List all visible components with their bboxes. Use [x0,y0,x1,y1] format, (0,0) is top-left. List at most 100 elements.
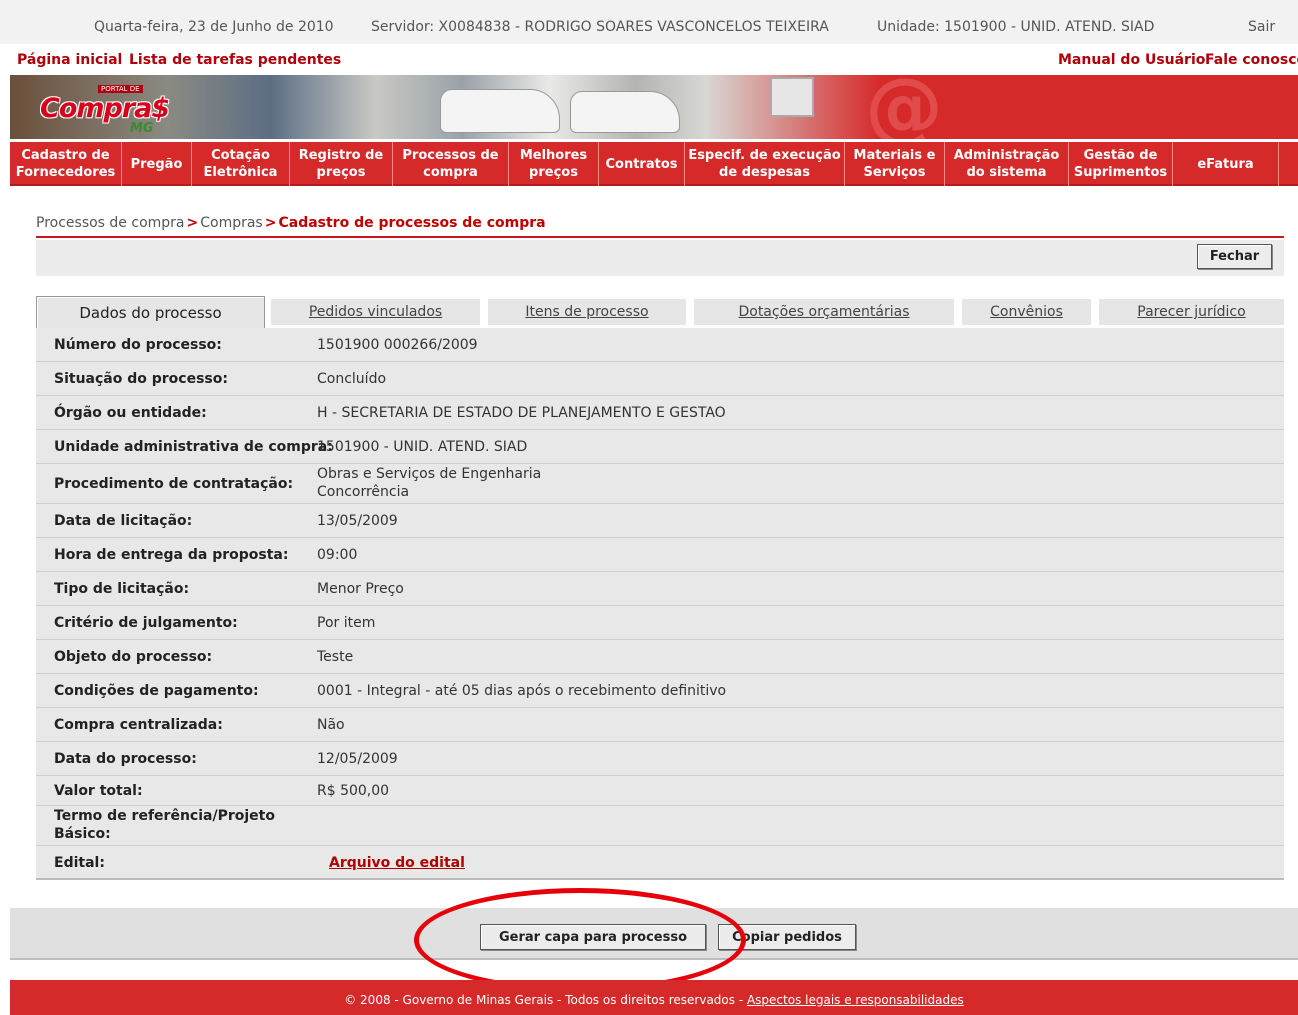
police-car-image [440,89,560,133]
header-banner: @ PORTAL DE Compra$ MG [10,75,1298,139]
quick-links-bar: Página inicial Lista de tarefas pendente… [0,47,1298,73]
computer-monitor-image [770,77,814,117]
field-label: Tipo de licitação: [54,581,190,597]
menu-item-gestao-suprimentos[interactable]: Gestão de Suprimentos [1069,142,1173,186]
contact-link[interactable]: Fale conosco [1205,52,1298,68]
tab-convenios[interactable]: Convênios [962,299,1091,325]
menu-item-label: Especif. de execução de despesas [688,148,841,180]
field-value: Não [317,717,345,733]
field-label: Procedimento de contratação: [54,476,294,492]
field-row: Objeto do processo: Teste [36,640,1284,674]
field-value-line2: Concorrência [317,484,410,500]
menu-item-contratos[interactable]: Contratos [599,142,685,186]
field-row: Compra centralizada: Não [36,708,1284,742]
footer-copyright: © 2008 - Governo de Minas Gerais - Todos… [344,993,747,1007]
field-value: Teste [317,649,354,665]
at-sign-icon: @ [865,75,943,139]
field-value: 1501900 000266/2009 [317,337,478,353]
field-value: 0001 - Integral - até 05 dias após o rec… [317,683,727,699]
menu-item-label: Melhores preços [519,148,588,180]
logo-state: MG [130,121,154,136]
field-row: Situação do processo: Concluído [36,362,1284,396]
pending-tasks-link[interactable]: Lista de tarefas pendentes [129,52,341,68]
menu-item-label: Processos de compra [402,148,499,180]
field-label: Situação do processo: [54,371,228,387]
field-value: 1501900 - UNID. ATEND. SIAD [317,439,528,455]
menu-item-label: Administração do sistema [953,148,1060,180]
breadcrumb-compras[interactable]: Compras [200,215,263,231]
tab-itens-processo[interactable]: Itens de processo [488,299,686,325]
field-label: Critério de julgamento: [54,615,238,631]
menu-item-especif-execucao[interactable]: Especif. de execução de despesas [685,142,845,186]
menu-item-label: Materiais e Serviços [853,148,936,180]
field-label: Hora de entrega da proposta: [54,547,289,563]
field-row: Hora de entrega da proposta: 09:00 [36,538,1284,572]
field-label: Data do processo: [54,751,197,767]
portal-compras-logo[interactable]: PORTAL DE Compra$ MG [20,83,180,139]
home-link[interactable]: Página inicial [17,52,122,68]
field-row: Tipo de licitação: Menor Preço [36,572,1284,606]
highlight-annotation-circle [414,888,746,992]
menu-item-processos-compra[interactable]: Processos de compra [393,142,509,186]
menu-item-label: Cadastro de Fornecedores [15,148,116,180]
field-row: Número do processo: 1501900 000266/2009 [36,328,1284,362]
field-row: Condições de pagamento: 0001 - Integral … [36,674,1284,708]
logout-link[interactable]: Sair [1248,19,1275,35]
field-value: H - SECRETARIA DE ESTADO DE PLANEJAMENTO… [317,405,726,421]
field-row: Órgão ou entidade: H - SECRETARIA DE EST… [36,396,1284,430]
menu-item-materiais-servicos[interactable]: Materiais e Serviços [845,142,945,186]
unit-info: Unidade: 1501900 - UNID. ATEND. SIAD [877,19,1155,35]
field-label: Número do processo: [54,337,222,353]
legal-aspects-link[interactable]: Aspectos legais e responsabilidades [747,993,964,1007]
field-label: Termo de referência/Projeto [54,808,275,824]
field-value: Por item [317,615,376,631]
user-manual-link[interactable]: Manual do Usuário [1058,52,1205,68]
menu-item-pregao[interactable]: Pregão [122,142,192,186]
server-user: Servidor: X0084838 - RODRIGO SOARES VASC… [371,19,829,35]
menu-item-label: Registro de preços [298,148,384,180]
tab-dotacoes-orcamentarias[interactable]: Dotações orçamentárias [694,299,954,325]
title-divider [36,236,1284,238]
action-bar: Fechar [36,240,1284,276]
field-value: Concluído [317,371,387,387]
breadcrumb-current: Cadastro de processos de compra [278,215,546,231]
field-row: Data do processo: 12/05/2009 [36,742,1284,776]
process-data-form: Número do processo: 1501900 000266/2009 … [36,328,1284,880]
menu-item-registro-precos[interactable]: Registro de preços [290,142,393,186]
tab-pedidos-vinculados[interactable]: Pedidos vinculados [271,299,480,325]
field-row: Termo de referência/Projeto Básico: [36,806,1284,846]
breadcrumb-separator: > [186,215,199,231]
field-value: Arquivo do edital [329,854,465,873]
footer: © 2008 - Governo de Minas Gerais - Todos… [10,980,1298,1015]
logo-word: Compra$ [40,93,170,124]
current-date: Quarta-feira, 23 de Junho de 2010 [94,19,334,35]
field-label: Objeto do processo: [54,649,213,665]
field-value: 09:00 [317,547,358,563]
field-row: Critério de julgamento: Por item [36,606,1284,640]
field-label: Condições de pagamento: [54,683,259,699]
field-value: 12/05/2009 [317,751,398,767]
tab-parecer-juridico[interactable]: Parecer jurídico [1099,299,1284,325]
breadcrumb-processos-compra[interactable]: Processos de compra [36,215,185,231]
field-row: Edital: Arquivo do edital [36,846,1284,880]
field-label: Compra centralizada: [54,717,223,733]
field-label: Órgão ou entidade: [54,405,207,421]
close-button[interactable]: Fechar [1197,244,1272,269]
menu-item-administracao-sistema[interactable]: Administração do sistema [945,142,1069,186]
breadcrumb-separator: > [264,215,277,231]
police-car-image-2 [570,91,680,133]
field-label: Edital: [54,855,105,871]
menu-item-cotacao-eletronica[interactable]: Cotação Eletrônica [192,142,290,186]
field-row: Procedimento de contratação: Obras e Ser… [36,464,1284,504]
menu-item-label: eFatura [1197,156,1254,172]
menu-item-cadastro-fornecedores[interactable]: Cadastro de Fornecedores [10,142,122,186]
menu-item-melhores-precos[interactable]: Melhores preços [509,142,599,186]
field-label: Valor total: [54,783,143,799]
field-row: Unidade administrativa de compra: 150190… [36,430,1284,464]
tab-dados-processo[interactable]: Dados do processo [36,296,265,328]
field-value: Menor Preço [317,581,404,597]
edital-file-link[interactable]: Arquivo do edital [329,855,465,871]
logo-portal-text: PORTAL DE [98,85,143,93]
menu-item-efatura[interactable]: eFatura [1173,142,1279,186]
menu-item-label: Pregão [130,156,183,172]
